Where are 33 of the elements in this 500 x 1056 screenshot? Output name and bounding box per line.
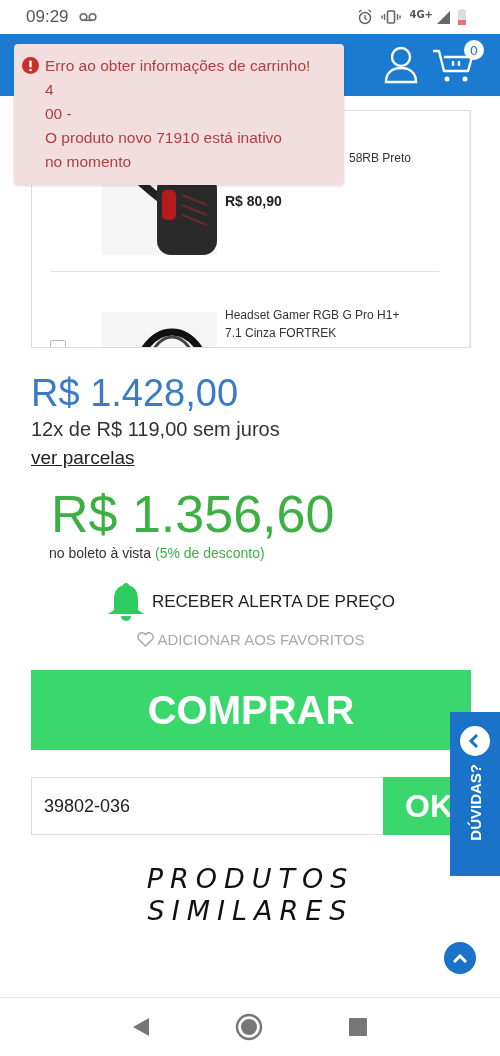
clock-time: 09:29 <box>26 7 69 27</box>
scroll-to-top-button[interactable] <box>444 942 476 974</box>
battery-icon <box>458 9 466 25</box>
signal-icon <box>437 10 450 24</box>
error-message-line: O produto novo 71910 está inativo <box>45 128 283 148</box>
price-alert-button[interactable]: RECEBER ALERTA DE PREÇO <box>105 583 396 621</box>
cart-count-badge: 0 <box>464 40 484 60</box>
back-icon[interactable] <box>133 1018 149 1036</box>
chevron-left-icon <box>460 726 490 756</box>
error-message-line: Erro ao obter informações de carrinho! <box>45 56 311 76</box>
product-title[interactable]: Headset Gamer RGB G Pro H1+ 7.1 Cinza FORTREK <box>225 306 415 342</box>
error-message-line: no momento <box>45 152 133 172</box>
discount-note: (5% de desconto) <box>154 545 265 561</box>
list-price: R$ 1.428,00 <box>31 371 239 416</box>
home-icon[interactable] <box>235 1013 263 1041</box>
error-message-line: 00 - <box>45 104 73 124</box>
network-type: 4G+ <box>409 8 433 20</box>
help-tab[interactable]: DÚVIDAS? <box>450 712 500 876</box>
error-icon <box>22 57 39 74</box>
voicemail-icon <box>78 12 97 22</box>
installments-link[interactable]: ver parcelas <box>31 447 135 469</box>
product-price: R$ 80,90 <box>225 193 283 209</box>
cash-price: R$ 1.356,60 <box>51 484 335 545</box>
zip-code-field[interactable]: 39802-036 <box>31 777 383 835</box>
heart-icon <box>136 632 154 647</box>
chevron-up-icon <box>453 953 467 963</box>
error-message-line: 4 <box>45 80 55 100</box>
vibrate-icon <box>381 10 402 24</box>
similar-products-heading: PRODUTOS SIMILARES <box>145 863 356 927</box>
user-icon[interactable] <box>384 46 418 84</box>
installments-text: 12x de R$ 119,00 sem juros <box>31 418 280 441</box>
alarm-icon <box>357 9 374 25</box>
cash-payment-note: no boleto à vista <box>49 545 151 561</box>
